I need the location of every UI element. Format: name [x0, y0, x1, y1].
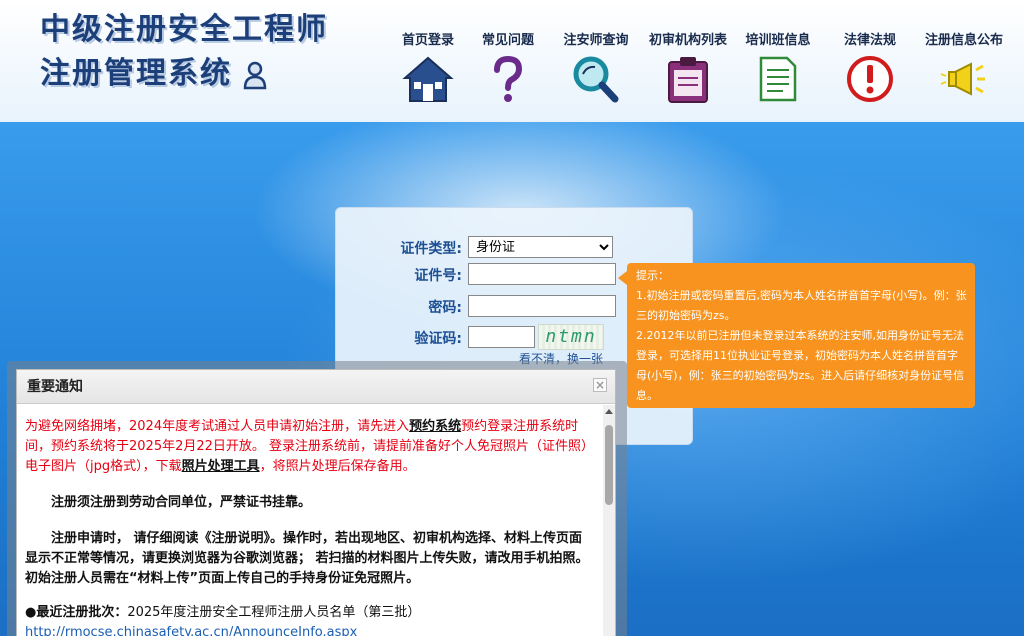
nav-label: 初审机构列表 [648, 33, 727, 48]
nav-label: 注安师查询 [563, 33, 629, 48]
id-type-select[interactable]: 身份证 [468, 236, 613, 258]
nav-training-info[interactable]: 培训班信息 [734, 30, 822, 110]
nav-label: 注册信息公布 [924, 33, 1003, 48]
main-nav: 首页登录 常见问题 注安师查询 初审机构列表 培训班信息 法律法规 注册信息公布 [384, 30, 1024, 110]
batch-link[interactable]: http://rmocse.chinasafety.ac.cn/Announce… [25, 623, 595, 636]
nav-registration-announcement[interactable]: 注册信息公布 [920, 30, 1008, 110]
tip-title: 提示： [636, 269, 669, 282]
home-icon [402, 56, 454, 102]
captcha-image[interactable]: ntmn [538, 324, 604, 350]
notice-para1: 注册须注册到劳动合同单位，严禁证书挂靠。 [51, 495, 312, 510]
clipboard-icon [668, 57, 708, 103]
id-type-row: 证件类型: 身份证 [336, 236, 694, 260]
tip-line2: 2.2012年以前已注册但未登录过本系统的注安师,如用身份证号无法登录，可选择用… [636, 329, 965, 402]
latest-batch: ●最近注册批次：2025年度注册安全工程师注册人员名单（第三批） http://… [25, 603, 595, 636]
captcha-label: 验证码: [414, 331, 462, 347]
nav-label: 法律法规 [843, 33, 896, 48]
password-label: 密码: [428, 300, 462, 316]
megaphone-icon [940, 62, 985, 96]
notice-modal: 重要通知 × 为避免网络拥堵，2024年度考试通过人员申请初始注册，请先进入预约… [16, 369, 616, 636]
id-type-label: 证件类型: [400, 241, 462, 257]
login-tip: 提示： 1.初始注册或密码重置后,密码为本人姓名拼音首字母(小写)。例：张三的初… [618, 263, 975, 408]
nav-label: 常见问题 [481, 33, 534, 48]
user-icon [242, 59, 268, 90]
document-icon [759, 56, 797, 102]
password-input[interactable] [468, 295, 616, 317]
id-number-label: 证件号: [414, 268, 462, 284]
question-icon [494, 55, 523, 102]
nav-laws-regulations[interactable]: 法律法规 [826, 30, 914, 110]
magnifier-icon [573, 56, 619, 103]
notice-red-text: 为避免网络拥堵，2024年度考试通过人员申请初始注册，请先进入预约系统预约登录注… [25, 419, 595, 474]
nav-review-agency-list[interactable]: 初审机构列表 [644, 30, 732, 110]
nav-home-login[interactable]: 首页登录 [384, 30, 472, 110]
batch-value: 2025年度注册安全工程师注册人员名单（第三批） [127, 605, 421, 620]
nav-label: 培训班信息 [745, 33, 811, 48]
alert-icon [847, 56, 893, 102]
logo-line1: 中级注册安全工程师 [40, 12, 328, 47]
scroll-thumb[interactable] [605, 425, 613, 505]
batch-label: ●最近注册批次： [25, 605, 128, 620]
captcha-input[interactable] [468, 326, 535, 348]
nav-label: 首页登录 [401, 33, 454, 48]
tip-line1: 1.初始注册或密码重置后,密码为本人姓名拼音首字母(小写)。例：张三的初始密码为… [636, 289, 967, 322]
modal-title: 重要通知 × [17, 370, 615, 404]
header: 中级注册安全工程师 注册管理系统 首页登录 常见问题 注安师查询 初审机构列表 … [0, 0, 1024, 122]
logo-line2: 注册管理系统 [40, 56, 232, 91]
modal-body: 为避免网络拥堵，2024年度考试通过人员申请初始注册，请先进入预约系统预约登录注… [17, 405, 603, 636]
modal-scrollbar[interactable] [603, 405, 615, 636]
close-icon[interactable]: × [593, 378, 607, 392]
modal-title-text: 重要通知 [27, 379, 83, 395]
id-number-input[interactable] [468, 263, 616, 285]
reservation-system-link[interactable]: 预约系统 [409, 419, 461, 434]
notice-para2: 注册申请时， 请仔细阅读《注册说明》。操作时，若出现地区、初审机构选择、材料上传… [25, 531, 589, 586]
scroll-up-icon[interactable] [605, 409, 613, 414]
site-logo: 中级注册安全工程师 注册管理系统 [40, 8, 360, 98]
photo-tool-link[interactable]: 照片处理工具 [182, 459, 260, 474]
nav-engineer-query[interactable]: 注安师查询 [552, 30, 640, 110]
nav-faq[interactable]: 常见问题 [464, 30, 552, 110]
